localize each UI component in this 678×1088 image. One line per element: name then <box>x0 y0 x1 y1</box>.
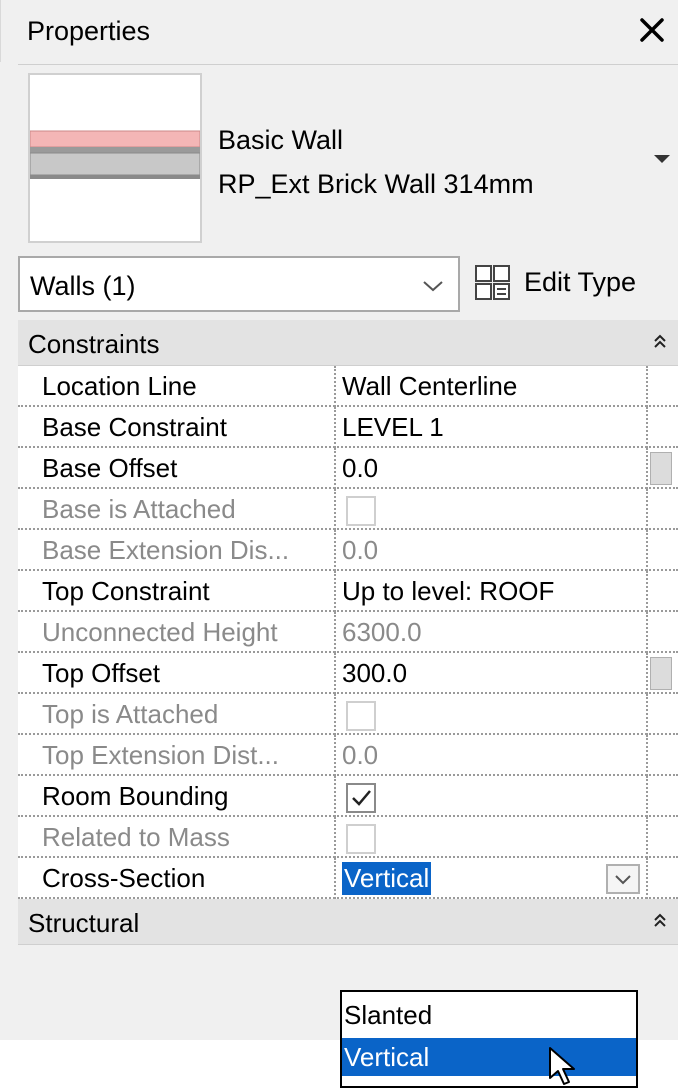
property-name: Base Extension Dis... <box>42 535 290 565</box>
collapse-icon[interactable] <box>652 911 668 931</box>
column-divider <box>334 858 336 899</box>
scrollbar-thumb[interactable] <box>650 657 672 690</box>
group-structural[interactable]: Structural <box>18 899 678 945</box>
cross-section-dropdown-button[interactable] <box>606 864 640 894</box>
property-row-base-extension-distance: Base Extension Dis... 0.0 <box>18 530 678 571</box>
column-divider <box>334 571 336 612</box>
property-row-related-to-mass: Related to Mass <box>18 817 678 858</box>
group-constraints[interactable]: Constraints <box>18 320 678 366</box>
column-divider <box>334 448 336 489</box>
column-divider <box>334 694 336 735</box>
column-divider <box>646 694 648 735</box>
property-name: Base Constraint <box>42 412 227 442</box>
title-bar: Properties <box>0 0 678 62</box>
properties-grid: Constraints Location Line Wall Centerlin… <box>18 320 678 945</box>
type-family-label: Basic Wall <box>218 125 344 155</box>
column-divider <box>646 448 648 489</box>
column-divider <box>646 735 648 776</box>
column-divider <box>334 366 336 407</box>
column-divider <box>334 530 336 571</box>
edit-type-icon <box>475 265 510 300</box>
edit-type-button[interactable]: Edit Type <box>468 256 678 312</box>
property-value[interactable]: Up to level: ROOF <box>342 571 554 612</box>
wall-type-thumbnail-icon <box>28 73 202 243</box>
column-divider <box>334 407 336 448</box>
palette-title: Properties <box>27 16 151 46</box>
column-divider <box>646 366 648 407</box>
property-row-room-bounding[interactable]: Room Bounding <box>18 776 678 817</box>
property-name: Base is Attached <box>42 494 236 524</box>
column-divider <box>646 653 648 694</box>
dropdown-arrow-icon[interactable] <box>652 153 672 165</box>
base-attached-checkbox <box>346 496 376 526</box>
property-value[interactable]: 300.0 <box>342 653 407 694</box>
dropdown-option-vertical[interactable]: Vertical <box>342 1038 636 1076</box>
column-divider <box>646 571 648 612</box>
column-divider <box>646 612 648 653</box>
column-divider <box>646 776 648 817</box>
property-name: Cross-Section <box>42 863 206 893</box>
column-divider <box>334 817 336 858</box>
scrollbar-thumb[interactable] <box>650 452 672 485</box>
edit-type-label: Edit Type <box>524 267 637 297</box>
element-filter-dropdown[interactable]: Walls (1) <box>18 256 460 312</box>
column-divider <box>646 858 648 899</box>
column-divider <box>646 817 648 858</box>
property-name: Top is Attached <box>42 699 219 729</box>
collapse-icon[interactable] <box>652 332 668 352</box>
top-attached-checkbox <box>346 701 376 731</box>
chevron-down-icon <box>615 875 631 885</box>
property-name: Location Line <box>42 371 197 401</box>
mouse-pointer-icon <box>549 1047 575 1085</box>
column-divider <box>334 735 336 776</box>
column-divider <box>334 489 336 530</box>
related-to-mass-checkbox <box>346 824 376 854</box>
property-name: Related to Mass <box>42 822 230 852</box>
cross-section-dropdown-list[interactable]: Slanted Vertical <box>340 990 638 1088</box>
property-value: 0.0 <box>342 535 379 565</box>
property-name: Top Constraint <box>42 576 210 606</box>
property-row-top-is-attached: Top is Attached <box>18 694 678 735</box>
property-name: Unconnected Height <box>42 617 278 647</box>
property-row-cross-section[interactable]: Cross-Section Vertical <box>18 858 678 899</box>
filter-bar: Walls (1) Edit Type <box>18 252 678 314</box>
property-value: 0.0 <box>342 740 379 770</box>
property-value[interactable]: LEVEL 1 <box>342 407 444 448</box>
column-divider <box>334 776 336 817</box>
properties-palette: Properties Basic Wall RP_Ext Brick Wall … <box>0 0 678 1040</box>
column-divider <box>646 407 648 448</box>
group-label: Structural <box>28 908 140 938</box>
property-row-top-constraint[interactable]: Top Constraint Up to level: ROOF <box>18 571 678 612</box>
group-label: Constraints <box>28 329 160 359</box>
property-name: Top Extension Dist... <box>42 740 279 770</box>
chevron-down-icon <box>423 281 443 292</box>
column-divider <box>334 612 336 653</box>
property-name: Base Offset <box>42 453 178 483</box>
property-row-base-offset[interactable]: Base Offset 0.0 <box>18 448 678 489</box>
property-name: Top Offset <box>42 658 161 688</box>
dropdown-option-slanted[interactable]: Slanted <box>342 996 636 1034</box>
property-value: 6300.0 <box>342 617 422 647</box>
element-filter-label: Walls (1) <box>30 271 136 301</box>
column-divider <box>646 530 648 571</box>
property-row-base-is-attached: Base is Attached <box>18 489 678 530</box>
column-divider <box>334 653 336 694</box>
room-bounding-checkbox[interactable] <box>346 783 376 813</box>
close-icon[interactable] <box>634 12 670 48</box>
property-row-location-line[interactable]: Location Line Wall Centerline <box>18 366 678 407</box>
property-row-unconnected-height: Unconnected Height 6300.0 <box>18 612 678 653</box>
checkmark-icon <box>352 790 371 806</box>
property-value[interactable]: Wall Centerline <box>342 366 517 407</box>
type-name-label: RP_Ext Brick Wall 314mm <box>218 169 534 199</box>
property-row-base-constraint[interactable]: Base Constraint LEVEL 1 <box>18 407 678 448</box>
property-name: Room Bounding <box>42 781 229 811</box>
type-selector[interactable]: Basic Wall RP_Ext Brick Wall 314mm <box>18 64 678 248</box>
property-row-top-offset[interactable]: Top Offset 300.0 <box>18 653 678 694</box>
property-row-top-extension-distance: Top Extension Dist... 0.0 <box>18 735 678 776</box>
cross-section-combo-value[interactable]: Vertical <box>342 862 432 895</box>
column-divider <box>646 489 648 530</box>
property-value[interactable]: 0.0 <box>342 448 378 489</box>
